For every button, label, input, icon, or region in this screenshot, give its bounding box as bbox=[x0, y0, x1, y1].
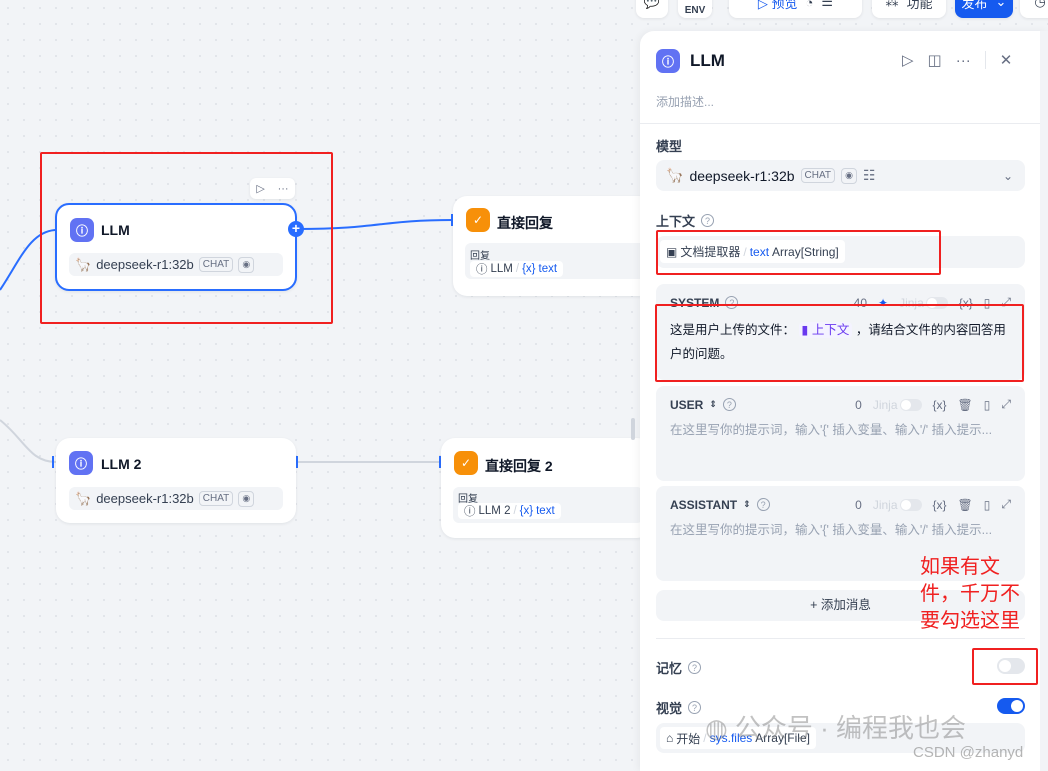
help-icon[interactable]: ? bbox=[688, 701, 702, 714]
variable-icon: {x} bbox=[522, 263, 536, 275]
char-count: 0 bbox=[855, 397, 862, 412]
help-icon[interactable]: ? bbox=[688, 661, 702, 674]
panel-resize-handle[interactable] bbox=[631, 418, 635, 440]
llm-small-icon: ⓘ bbox=[476, 264, 488, 276]
copy-icon[interactable]: ▯ bbox=[984, 398, 991, 412]
model-name: deepseek-r1:32b bbox=[96, 491, 194, 506]
copy-icon[interactable]: ▯ bbox=[984, 498, 991, 512]
annotation-box bbox=[655, 304, 1024, 382]
chat-badge: CHAT bbox=[198, 491, 234, 506]
model-selector[interactable]: 🦙 deepseek-r1:32b CHAT ◉ ☷ ⌄ bbox=[656, 160, 1025, 191]
variable-chip: ⓘ LLM 2/{x} text bbox=[458, 503, 561, 519]
reply2-node[interactable]: ✓ 直接回复 2 回复 ⓘ LLM 2/{x} text bbox=[441, 438, 651, 538]
more-icon[interactable]: ··· bbox=[956, 52, 971, 69]
features-button[interactable]: ⁂ 功能 bbox=[872, 0, 946, 18]
annotation-box bbox=[972, 648, 1038, 685]
env-label: ENV bbox=[684, 5, 706, 16]
preview-button[interactable]: ▷ 预览 bbox=[758, 0, 798, 12]
model-label: 模型 bbox=[656, 139, 683, 154]
insert-variable-icon[interactable]: {x} bbox=[933, 398, 947, 412]
user-message: USER ⇕? 0 Jinja {x} 🗑 ▯ ⤢ 在这里写你的提示词，输入'{' 插入变量… bbox=[656, 386, 1025, 481]
chip-var: text bbox=[536, 505, 555, 517]
annotation-box bbox=[40, 152, 333, 324]
node-title: LLM 2 bbox=[101, 456, 142, 472]
chip-source: 开始 bbox=[676, 731, 701, 746]
features-label: 功能 bbox=[906, 0, 933, 11]
role-selector[interactable]: ASSISTANT bbox=[670, 498, 737, 512]
vision-icon: ◉ bbox=[238, 490, 255, 507]
version-history-button[interactable]: ◷ bbox=[1020, 0, 1048, 18]
history-icon: ◷ bbox=[1034, 0, 1046, 9]
settings-sliders-icon[interactable]: ☷ bbox=[863, 167, 876, 184]
model-name: deepseek-r1:32b bbox=[689, 167, 795, 184]
jinja-toggle[interactable]: Jinja bbox=[873, 398, 922, 412]
variable-icon: {x} bbox=[519, 505, 534, 517]
preview-label: 预览 bbox=[771, 0, 798, 11]
vision-icon: ◉ bbox=[841, 167, 857, 184]
scrollbar[interactable] bbox=[1040, 31, 1048, 771]
annotation-box bbox=[656, 230, 941, 275]
vision-toggle[interactable] bbox=[997, 698, 1025, 714]
chevron-down-icon: ⌄ bbox=[995, 0, 1007, 9]
checklist-icon[interactable]: ☰ bbox=[821, 0, 833, 10]
delete-icon[interactable]: 🗑 bbox=[958, 398, 973, 412]
llm-icon: ⓘ bbox=[69, 451, 93, 475]
chip-var: text bbox=[538, 263, 558, 275]
delete-icon[interactable]: 🗑 bbox=[958, 498, 973, 512]
vision-label: 视觉 bbox=[656, 701, 683, 716]
help-book-icon[interactable]: ◫ bbox=[928, 51, 942, 69]
llama-icon: 🦙 bbox=[75, 490, 92, 506]
close-icon[interactable]: ✕ bbox=[1000, 51, 1013, 69]
chat-badge: CHAT bbox=[800, 168, 835, 183]
expand-icon[interactable]: ⤢ bbox=[1001, 497, 1011, 512]
role-selector[interactable]: USER bbox=[670, 398, 703, 412]
user-prompt-input[interactable]: 在这里写你的提示词，输入'{' 插入变量、输入'/' 插入提示... bbox=[670, 419, 992, 438]
memory-label: 记忆 bbox=[656, 661, 683, 676]
preview-group: ▷ 预览 ◔ ☰ bbox=[729, 0, 862, 18]
publish-label: 发布 bbox=[961, 0, 988, 11]
llm2-node[interactable]: ⓘ LLM 2 🦙 deepseek-r1:32b CHAT ◉ bbox=[56, 438, 296, 523]
wechat-watermark: ◍ 公众号 · 编程我也会 bbox=[705, 713, 967, 743]
node-title: 直接回复 2 bbox=[485, 458, 553, 474]
reply-label: 回复 bbox=[470, 251, 490, 262]
csdn-watermark: CSDN @zhanyd bbox=[913, 744, 1024, 761]
home-icon: ⌂ bbox=[666, 731, 674, 745]
chip-source: LLM 2 bbox=[478, 505, 511, 517]
features-icon: ⁂ bbox=[885, 0, 899, 9]
reply-node[interactable]: ✓ 直接回复 回复 ⓘ LLM / {x} text bbox=[453, 196, 653, 296]
annotation-text: 如果有文 件，千万不 要勾选这里 bbox=[920, 556, 1020, 632]
chat-icon: 💬 bbox=[643, 0, 661, 9]
llama-icon: 🦙 bbox=[666, 167, 684, 183]
variable-chip: ⓘ LLM / {x} text bbox=[470, 261, 564, 277]
llm-small-icon: ⓘ bbox=[464, 506, 476, 518]
context-label: 上下文 bbox=[656, 214, 696, 229]
chip-source: LLM bbox=[490, 263, 513, 275]
jinja-toggle[interactable]: Jinja bbox=[873, 498, 922, 512]
workflow-edges bbox=[0, 214, 454, 468]
publish-button[interactable]: 发布 ⌄ bbox=[955, 0, 1013, 18]
model-row: 🦙 deepseek-r1:32b CHAT ◉ bbox=[69, 487, 283, 510]
chat-features-button[interactable]: 💬 bbox=[636, 0, 668, 18]
llm-icon: ⓘ bbox=[656, 49, 680, 73]
reply-icon: ✓ bbox=[454, 451, 478, 475]
char-count: 0 bbox=[855, 497, 862, 512]
expand-icon[interactable]: ⤢ bbox=[1001, 397, 1011, 412]
help-icon[interactable]: ? bbox=[722, 398, 736, 411]
edge-start-llm2 bbox=[0, 419, 57, 463]
insert-variable-icon[interactable]: {x} bbox=[933, 498, 947, 512]
chevron-down-icon: ⌄ bbox=[1002, 168, 1013, 183]
env-button[interactable]: ENV bbox=[678, 0, 712, 18]
panel-title[interactable]: LLM bbox=[690, 51, 725, 71]
reply-icon: ✓ bbox=[466, 208, 490, 232]
run-node-icon[interactable]: ▷ bbox=[902, 51, 914, 69]
description-input[interactable]: 添加描述... bbox=[656, 93, 714, 110]
help-icon[interactable]: ? bbox=[701, 214, 715, 227]
assistant-prompt-input[interactable]: 在这里写你的提示词，输入'{' 插入变量、输入'/' 插入提示... bbox=[670, 519, 992, 538]
help-icon[interactable]: ? bbox=[756, 498, 770, 511]
node-title: 直接回复 bbox=[497, 215, 553, 231]
run-history-icon[interactable]: ◔ bbox=[806, 0, 814, 10]
